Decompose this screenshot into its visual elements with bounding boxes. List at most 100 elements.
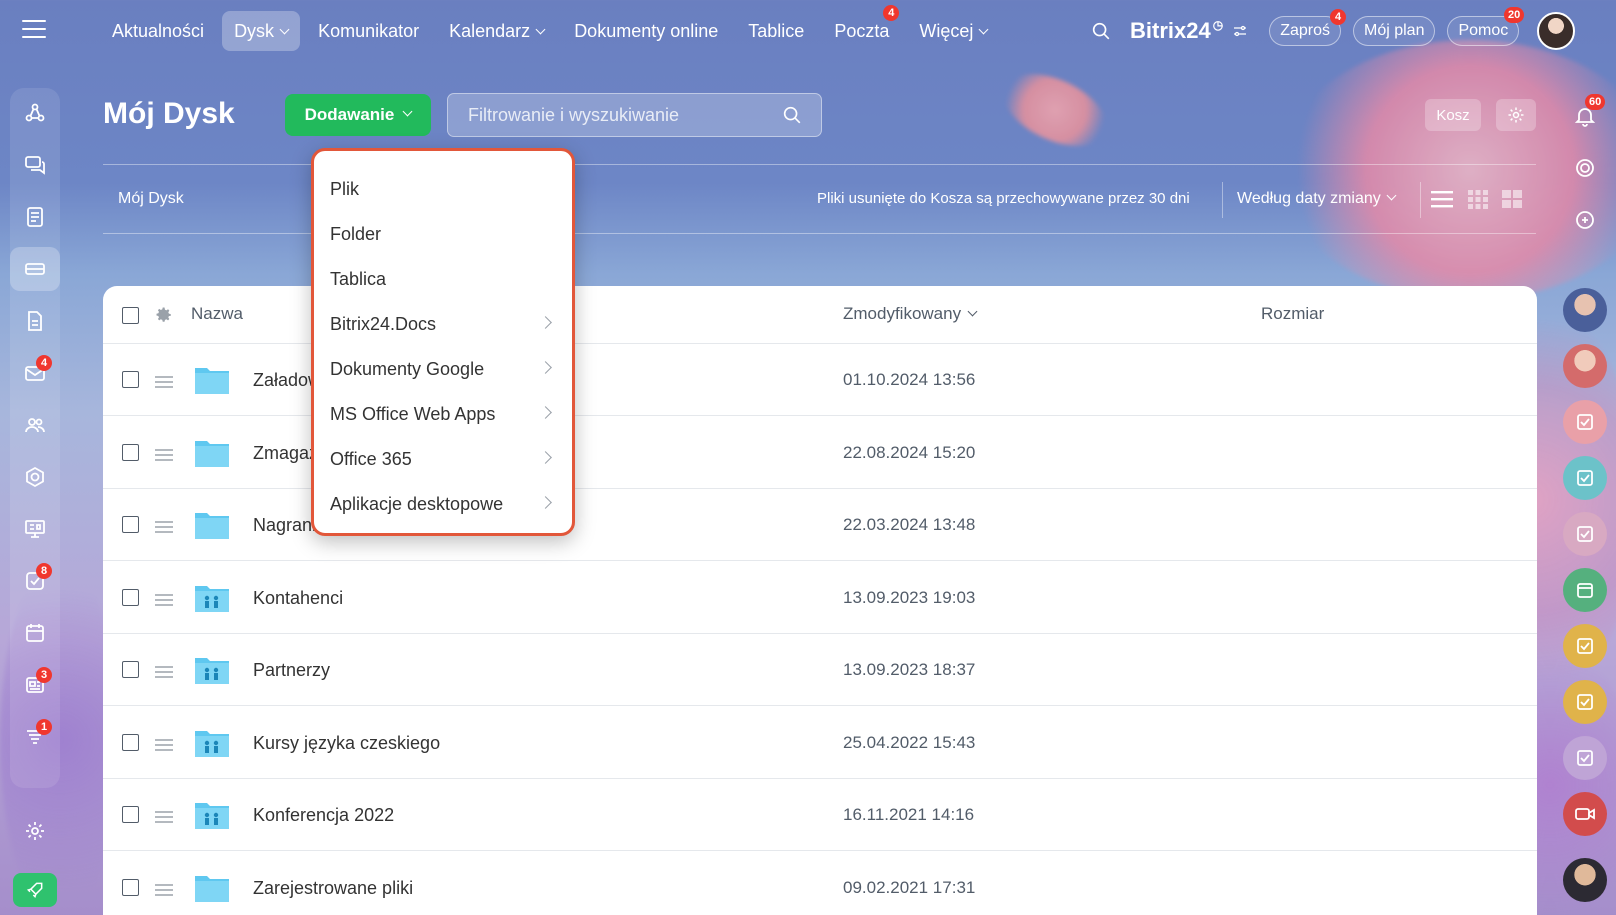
task-chat-button[interactable] [1563, 456, 1607, 500]
mail-nav-badge: 4 [883, 5, 900, 21]
file-name[interactable]: Zarejestrowane pliki [253, 878, 413, 899]
nav-item-more[interactable]: Więcej [907, 11, 999, 51]
row-checkbox[interactable] [122, 588, 139, 606]
file-name[interactable]: Kursy języka czeskiego [253, 733, 440, 754]
file-name[interactable]: Kontahenci [253, 588, 343, 609]
menu-item[interactable]: Office 365 [330, 439, 558, 479]
table-row[interactable]: Kursy języka czeskiego 25.04.2022 15:43 [103, 707, 1537, 779]
drag-handle-icon[interactable] [155, 811, 173, 826]
menu-item[interactable]: Aplikacje desktopowe [330, 484, 558, 524]
sidebar-item-feed[interactable] [10, 195, 60, 239]
table-row[interactable]: Kontahenci 13.09.2023 19:03 [103, 562, 1537, 634]
nav-item-news[interactable]: Aktualności [100, 11, 216, 51]
sidebar-item-docs[interactable] [10, 299, 60, 343]
select-all-checkbox[interactable] [122, 307, 139, 324]
sidebar-item-calendar[interactable] [10, 611, 60, 655]
sidebar-item-automation[interactable] [10, 455, 60, 499]
task-chat-button[interactable] [1563, 400, 1607, 444]
drag-handle-icon[interactable] [155, 666, 173, 681]
search-icon[interactable] [781, 104, 803, 126]
sidebar-item-drive[interactable] [10, 247, 60, 291]
task-chat-button[interactable] [1563, 736, 1607, 780]
help-button[interactable]: Pomoc 20 [1447, 7, 1525, 46]
sidebar-item-messenger[interactable] [10, 143, 60, 187]
sort-dropdown[interactable]: Według daty zmiany [1237, 190, 1397, 208]
table-row[interactable]: Zarejestrowane pliki 09.02.2021 17:31 [103, 852, 1537, 915]
row-checkbox[interactable] [122, 443, 139, 461]
drag-handle-icon[interactable] [155, 448, 173, 464]
rocket-button[interactable] [13, 873, 57, 907]
nav-item-mail[interactable]: Poczta 4 [822, 5, 901, 51]
task-chat-button[interactable] [1563, 624, 1607, 668]
sidebar-item-contacts[interactable] [10, 403, 60, 447]
my-plan-button[interactable]: Mój plan [1353, 16, 1436, 46]
trash-button[interactable]: Kosz [1425, 99, 1481, 131]
gear-icon[interactable] [155, 306, 173, 324]
nav-item-calendar[interactable]: Kalendarz [437, 11, 556, 51]
hamburger-menu-icon[interactable] [22, 20, 46, 40]
nav-label: Dysk [234, 21, 275, 41]
search-icon[interactable] [1090, 20, 1112, 42]
row-checkbox[interactable] [122, 806, 139, 823]
drag-handle-icon[interactable] [155, 738, 173, 754]
row-checkbox[interactable] [122, 661, 139, 678]
sliders-icon[interactable] [1231, 22, 1249, 40]
contact-avatar[interactable] [1563, 288, 1607, 332]
menu-item[interactable]: Folder [330, 214, 558, 254]
file-name[interactable]: Konferencja 2022 [253, 805, 394, 826]
table-row[interactable]: Konferencja 2022 16.11.2021 14:16 [103, 779, 1537, 851]
rocket-icon [26, 882, 43, 899]
invite-button[interactable]: Zaproś 4 [1269, 9, 1346, 46]
nav-item-boards[interactable]: Tablice [736, 11, 816, 51]
notifications-button[interactable]: 60 [1563, 94, 1607, 138]
calendar-chat-button[interactable] [1563, 568, 1607, 612]
video-call-button[interactable] [1563, 792, 1607, 836]
table-row[interactable]: Partnerzy 13.09.2023 18:37 [103, 634, 1537, 706]
folder-icon [195, 368, 229, 394]
drag-handle-icon[interactable] [155, 883, 173, 899]
chat-search-button[interactable] [1563, 198, 1607, 242]
nav-item-messenger[interactable]: Komunikator [306, 11, 431, 51]
nav-item-online-docs[interactable]: Dokumenty online [562, 11, 730, 51]
contact-avatar[interactable] [1563, 344, 1607, 388]
sidebar-item-board[interactable] [10, 507, 60, 551]
menu-item[interactable]: MS Office Web Apps [330, 394, 558, 434]
search-input[interactable] [468, 94, 768, 136]
column-modified[interactable]: Zmodyfikowany [843, 304, 978, 324]
nav-item-drive[interactable]: Dysk [222, 11, 301, 51]
divider [1420, 182, 1421, 218]
checkbox-icon [1577, 638, 1593, 654]
pulse-button[interactable] [1563, 146, 1607, 190]
sidebar-item-settings[interactable] [10, 809, 60, 853]
drag-handle-icon[interactable] [155, 376, 173, 391]
row-checkbox[interactable] [122, 516, 139, 533]
sidebar-item-collab[interactable] [10, 91, 60, 135]
grid-large-view-icon[interactable] [1500, 188, 1524, 210]
task-chat-button[interactable] [1563, 680, 1607, 724]
sidebar-item-mail[interactable]: 4 [10, 351, 60, 395]
contact-avatar[interactable] [1563, 858, 1607, 902]
add-button[interactable]: Dodawanie [285, 94, 431, 136]
sidebar-item-funnel[interactable]: 1 [10, 715, 60, 759]
grid-small-view-icon[interactable] [1466, 188, 1490, 210]
row-checkbox[interactable] [122, 733, 139, 751]
brand-logo[interactable]: Bitrix24 ◷ [1130, 18, 1223, 44]
file-name[interactable]: Partnerzy [253, 660, 330, 681]
row-checkbox[interactable] [122, 371, 139, 388]
list-view-icon[interactable] [1430, 188, 1454, 210]
menu-item[interactable]: Tablica [330, 259, 558, 299]
chevron-down-icon [978, 24, 989, 35]
column-name[interactable]: Nazwa [191, 304, 243, 324]
drag-handle-icon[interactable] [155, 593, 173, 609]
menu-item[interactable]: Plik [330, 169, 558, 209]
row-checkbox[interactable] [122, 878, 139, 896]
menu-item[interactable]: Dokumenty Google [330, 349, 558, 389]
column-size[interactable]: Rozmiar [1261, 304, 1324, 324]
drag-handle-icon[interactable] [155, 521, 173, 536]
sidebar-item-news[interactable]: 3 [10, 663, 60, 707]
menu-item[interactable]: Bitrix24.Docs [330, 304, 558, 344]
settings-button[interactable] [1496, 99, 1536, 131]
sidebar-item-tasks[interactable]: 8 [10, 559, 60, 603]
task-chat-button[interactable] [1563, 512, 1607, 556]
breadcrumb[interactable]: Mój Dysk [118, 190, 184, 208]
